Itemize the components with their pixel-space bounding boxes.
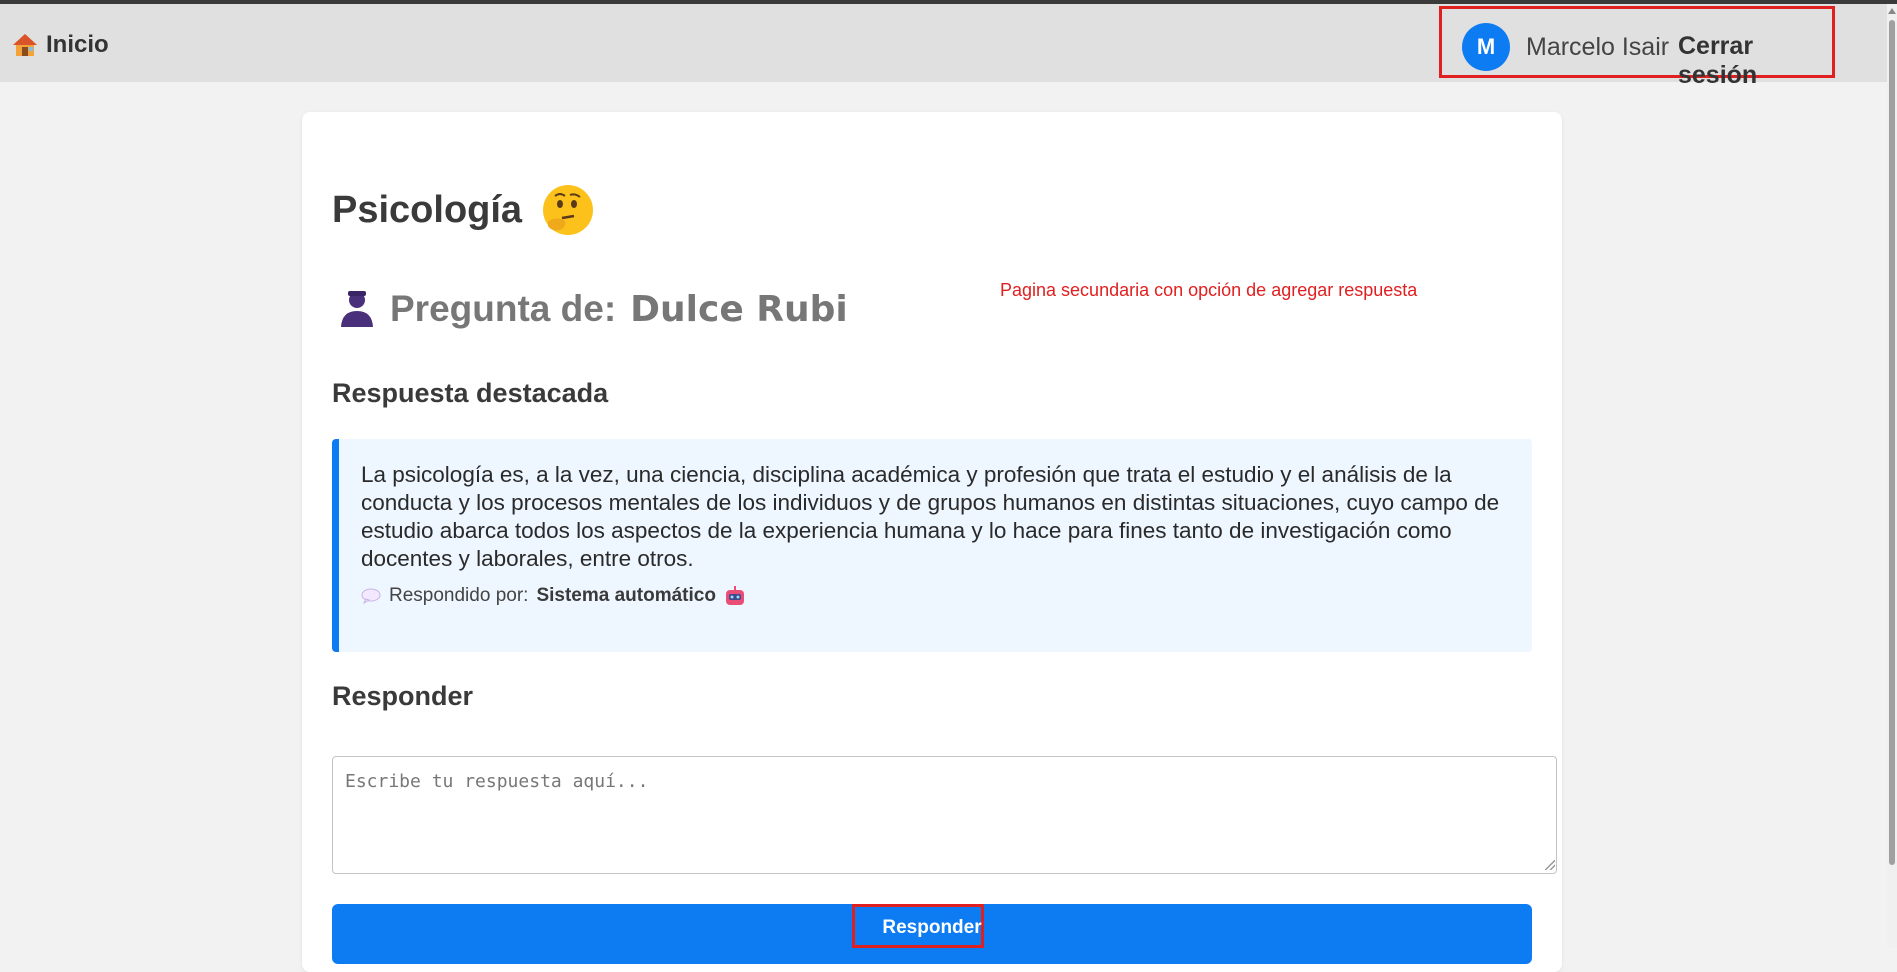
submit-reply-label: Responder (882, 917, 982, 938)
avatar[interactable]: M (1462, 23, 1510, 71)
answered-by-name: Sistema automático (536, 585, 716, 606)
reply-heading: Responder (332, 681, 474, 711)
featured-answer-text: La psicología es, a la vez, una ciencia,… (361, 462, 1500, 571)
top-navbar: Inicio M Marcelo Isair Cerrar sesión (0, 4, 1887, 89)
answered-by: Respondido por: Sistema automático (361, 585, 1506, 607)
house-icon (13, 34, 37, 56)
scrollbar-thumb[interactable] (1889, 20, 1895, 865)
thinking-face-icon (543, 185, 594, 235)
speech-bubble-icon (361, 588, 381, 604)
user-menu-highlight: M Marcelo Isair Cerrar sesión (1439, 6, 1835, 89)
question-author-prefix: Pregunta de: (390, 288, 617, 329)
page-title: Psicología (332, 182, 596, 238)
logout-link[interactable]: Cerrar sesión (1678, 32, 1832, 90)
annotation-note: Pagina secundaria con opción de agregar … (1000, 280, 1418, 300)
question-card: Psicología Pregunta de: Dulce Rubi Pagin… (302, 112, 1562, 972)
featured-answer-heading: Respuesta destacada (332, 378, 609, 408)
home-link[interactable]: Inicio (12, 30, 109, 60)
question-author-name: Dulce Rubi (630, 288, 848, 330)
vertical-scrollbar[interactable] (1887, 4, 1897, 948)
featured-answer-box: La psicología es, a la vez, una ciencia,… (332, 439, 1532, 652)
person-icon (341, 291, 373, 327)
reply-textarea[interactable] (332, 756, 1557, 874)
robot-icon (725, 586, 744, 605)
question-title: Psicología (332, 188, 523, 231)
question-author-heading: Pregunta de: Dulce Rubi (338, 288, 848, 330)
home-label: Inicio (46, 31, 109, 58)
textarea-resize-handle[interactable] (1545, 860, 1555, 870)
scroll-up-arrow-icon[interactable] (1888, 8, 1896, 14)
submit-reply-button[interactable]: Responder (332, 904, 1532, 964)
user-name: Marcelo Isair (1526, 33, 1670, 61)
answered-by-prefix: Respondido por: (389, 585, 529, 606)
